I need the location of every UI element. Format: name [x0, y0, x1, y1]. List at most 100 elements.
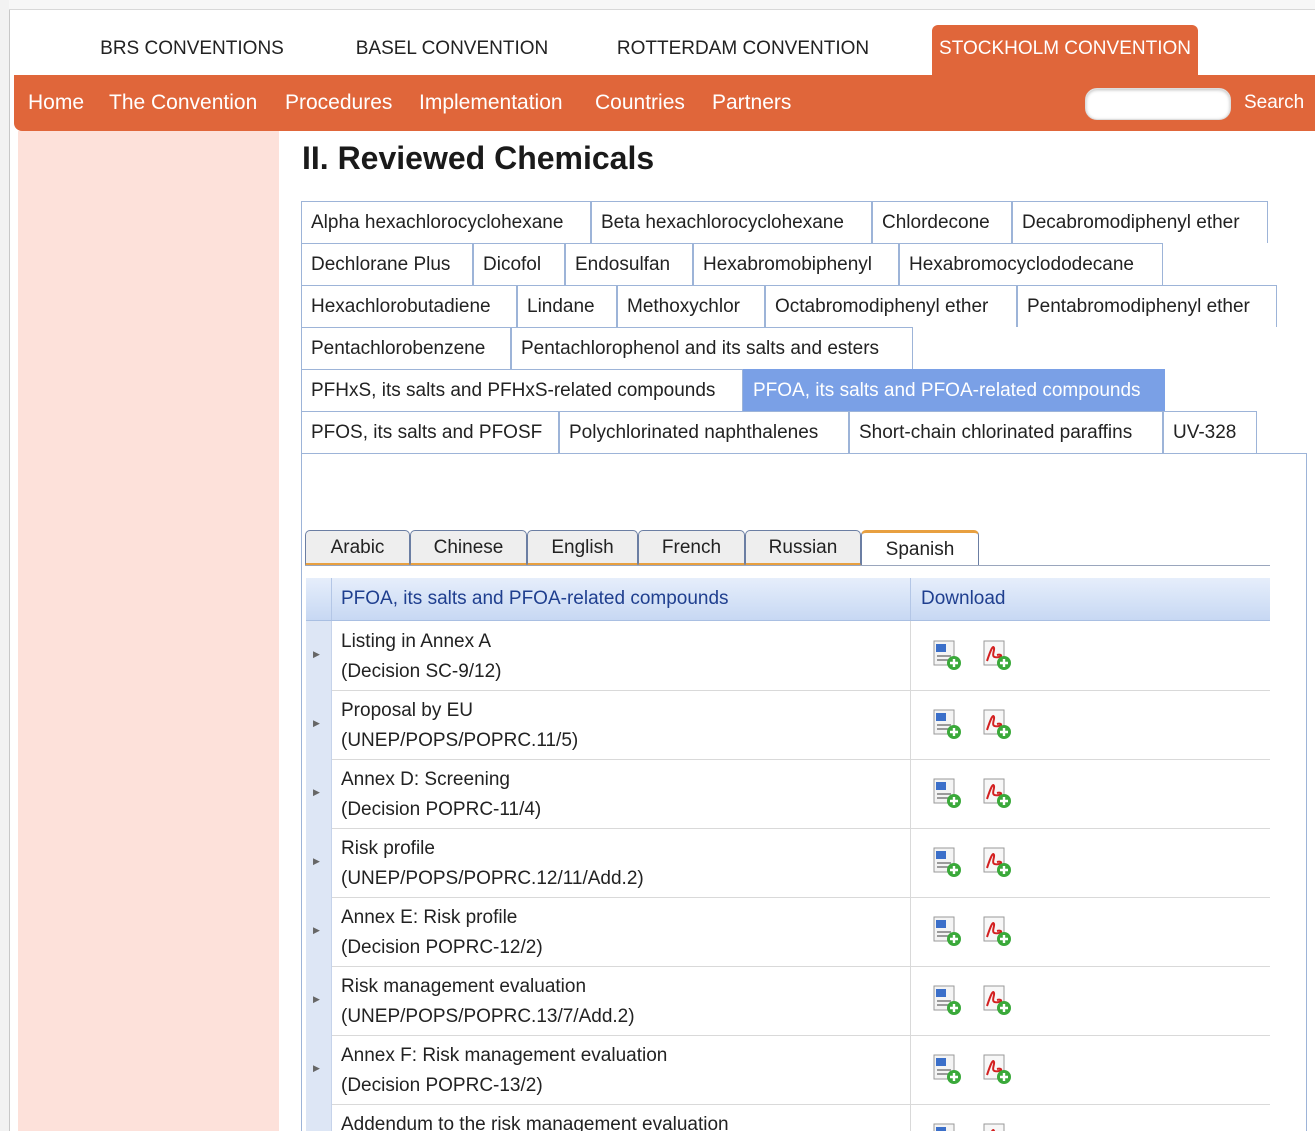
pdf-download-icon[interactable] [981, 1053, 1013, 1085]
download-cell [910, 621, 1270, 690]
pdf-download-icon[interactable] [981, 984, 1013, 1016]
table-row[interactable]: ▶ Addendum to the risk management evaluat… [306, 1104, 1270, 1131]
grid-header-download[interactable]: Download [910, 578, 1006, 620]
document-reference: (UNEP/POPS/POPRC.13/7/Add.2) [341, 1006, 635, 1027]
download-cell [910, 1104, 1270, 1131]
tab-stockholm-convention[interactable]: STOCKHOLM CONVENTION [932, 25, 1198, 75]
chem-tab-pentachlorobenzene[interactable]: Pentachlorobenzene [301, 327, 511, 369]
row-expand-toggle[interactable]: ▶ [306, 1035, 332, 1104]
expand-arrow-icon: ▶ [313, 856, 320, 866]
chem-tab-dechlorane-plus[interactable]: Dechlorane Plus [301, 243, 473, 285]
grid-header-title[interactable]: PFOA, its salts and PFOA-related compoun… [341, 578, 729, 620]
row-expand-toggle[interactable]: ▶ [306, 828, 332, 897]
chem-tab-lindane[interactable]: Lindane [517, 285, 617, 327]
chem-tab-pcp[interactable]: Pentachlorophenol and its salts and este… [511, 327, 913, 369]
row-expand-toggle[interactable]: ▶ [306, 759, 332, 828]
table-row[interactable]: ▶ Proposal by EU (UNEP/POPS/POPRC.11/5) [306, 690, 1270, 760]
document-title: Annex F: Risk management evaluation [341, 1045, 668, 1066]
chem-tab-hcbd[interactable]: Hexachlorobutadiene [301, 285, 517, 327]
download-cell [910, 759, 1270, 828]
search-button[interactable]: Search [1244, 75, 1304, 131]
chem-tab-uv-328[interactable]: UV-328 [1163, 411, 1257, 453]
row-expand-toggle[interactable]: ▶ [306, 897, 332, 966]
chem-tab-beta-hch[interactable]: Beta hexachlorocyclohexane [591, 201, 872, 243]
tab-rotterdam-convention[interactable]: ROTTERDAM CONVENTION [609, 25, 877, 75]
document-reference: (UNEP/POPS/POPRC.11/5) [341, 730, 579, 751]
expand-arrow-icon: ▶ [313, 649, 320, 659]
expand-arrow-icon: ▶ [313, 925, 320, 935]
chem-tab-chlordecone[interactable]: Chlordecone [872, 201, 1012, 243]
chem-tab-pfhxs[interactable]: PFHxS, its salts and PFHxS-related compo… [301, 369, 743, 411]
expand-arrow-icon: ▶ [313, 787, 320, 797]
chem-tab-decabde[interactable]: Decabromodiphenyl ether [1012, 201, 1268, 243]
chem-tab-pcn[interactable]: Polychlorinated naphthalenes [559, 411, 849, 453]
lang-tab-french[interactable]: French [638, 530, 745, 566]
lang-tab-english[interactable]: English [527, 530, 638, 566]
nav-implementation[interactable]: Implementation [419, 75, 563, 131]
table-row[interactable]: ▶ Annex E: Risk profile (Decision POPRC-12… [306, 897, 1270, 967]
document-title: Proposal by EU [341, 700, 474, 721]
main-navigation: Home The Convention Procedures Implement… [14, 75, 1315, 131]
word-download-icon[interactable] [931, 708, 963, 740]
row-expand-toggle[interactable]: ▶ [306, 966, 332, 1035]
chem-tab-sccp[interactable]: Short-chain chlorinated paraffins [849, 411, 1163, 453]
word-download-icon[interactable] [931, 984, 963, 1016]
table-row[interactable]: ▶ Annex F: Risk management evaluation (Dec… [306, 1035, 1270, 1105]
table-row[interactable]: ▶ Risk management evaluation (UNEP/POPS/PO… [306, 966, 1270, 1036]
table-row[interactable]: ▶ Annex D: Screening (Decision POPRC-11/4) [306, 759, 1270, 829]
nav-procedures[interactable]: Procedures [285, 75, 392, 131]
chem-tab-alpha-hch[interactable]: Alpha hexachlorocyclohexane [301, 201, 591, 243]
word-download-icon[interactable] [931, 639, 963, 671]
window-frame-top [9, 0, 1315, 10]
document-title: Listing in Annex A [341, 631, 491, 652]
pdf-download-icon[interactable] [981, 777, 1013, 809]
word-download-icon[interactable] [931, 846, 963, 878]
tab-brs-conventions[interactable]: BRS CONVENTIONS [84, 25, 300, 75]
lang-tab-arabic[interactable]: Arabic [305, 530, 410, 566]
pdf-download-icon[interactable] [981, 1122, 1013, 1131]
tab-basel-convention[interactable]: BASEL CONVENTION [340, 25, 564, 75]
word-download-icon[interactable] [931, 777, 963, 809]
chem-tab-hexabromobiphenyl[interactable]: Hexabromobiphenyl [693, 243, 899, 285]
document-reference: (Decision POPRC-11/4) [341, 799, 542, 820]
document-reference: (UNEP/POPS/POPRC.12/11/Add.2) [341, 868, 644, 889]
chem-tab-hbcdd[interactable]: Hexabromocyclododecane [899, 243, 1163, 285]
nav-the-convention[interactable]: The Convention [109, 75, 257, 131]
word-download-icon[interactable] [931, 1122, 963, 1131]
row-expand-toggle[interactable]: ▶ [306, 1104, 332, 1131]
document-reference: (Decision SC-9/12) [341, 661, 502, 682]
table-row[interactable]: ▶ Risk profile (UNEP/POPS/POPRC.12/11/Add.… [306, 828, 1270, 898]
lang-tab-spanish[interactable]: Spanish [861, 530, 979, 566]
nav-partners[interactable]: Partners [712, 75, 791, 131]
chem-tab-methoxychlor[interactable]: Methoxychlor [617, 285, 765, 327]
document-title: Risk profile [341, 838, 435, 859]
chem-tab-octabde[interactable]: Octabromodiphenyl ether [765, 285, 1017, 327]
convention-tabs: BRS CONVENTIONS BASEL CONVENTION ROTTERD… [14, 25, 1315, 75]
grid-header-indent [306, 578, 332, 620]
pdf-download-icon[interactable] [981, 639, 1013, 671]
document-reference: (Decision POPRC-12/2) [341, 937, 543, 958]
page-title: II. Reviewed Chemicals [302, 140, 655, 176]
document-title: Addendum to the risk management evaluati… [341, 1114, 729, 1131]
row-expand-toggle[interactable]: ▶ [306, 690, 332, 759]
pdf-download-icon[interactable] [981, 915, 1013, 947]
document-title: Risk management evaluation [341, 976, 587, 997]
chem-tab-dicofol[interactable]: Dicofol [473, 243, 565, 285]
download-cell [910, 1035, 1270, 1104]
chem-tab-pfoa[interactable]: PFOA, its salts and PFOA-related compoun… [743, 369, 1165, 411]
nav-countries[interactable]: Countries [595, 75, 685, 131]
lang-tab-russian[interactable]: Russian [745, 530, 861, 566]
chem-tab-pentabde[interactable]: Pentabromodiphenyl ether [1017, 285, 1277, 327]
row-expand-toggle[interactable]: ▶ [306, 621, 332, 690]
pdf-download-icon[interactable] [981, 846, 1013, 878]
nav-home[interactable]: Home [28, 75, 84, 131]
word-download-icon[interactable] [931, 915, 963, 947]
word-download-icon[interactable] [931, 1053, 963, 1085]
table-row[interactable]: ▶ Listing in Annex A (Decision SC-9/12) [306, 621, 1270, 691]
lang-tab-chinese[interactable]: Chinese [410, 530, 527, 566]
search-input[interactable] [1085, 88, 1231, 120]
pdf-download-icon[interactable] [981, 708, 1013, 740]
document-reference: (Decision POPRC-13/2) [341, 1075, 543, 1096]
chem-tab-endosulfan[interactable]: Endosulfan [565, 243, 693, 285]
chem-tab-pfos[interactable]: PFOS, its salts and PFOSF [301, 411, 559, 453]
